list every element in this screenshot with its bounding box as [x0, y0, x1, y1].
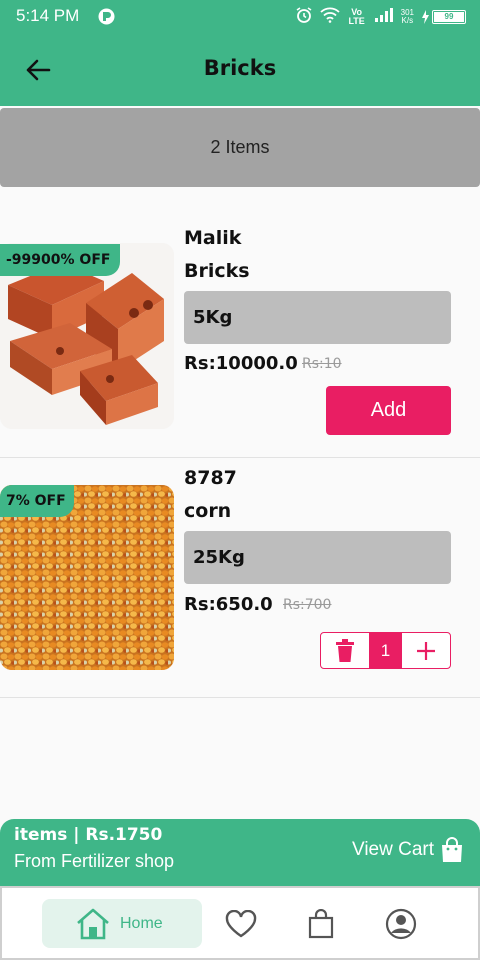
- status-bar: 5:14 PM Vo LTE 301 K/s 99: [0, 0, 480, 34]
- status-time: 5:14 PM: [16, 6, 80, 25]
- product-name-line2: corn: [184, 500, 232, 522]
- view-cart-label: View Cart: [351, 839, 434, 860]
- shopping-bag-icon: [308, 909, 334, 939]
- product-card: -99900% OFF Malik Bricks 5Kg Rs:10000.0 …: [0, 187, 480, 458]
- discount-badge: -99900% OFF: [0, 244, 121, 276]
- nav-home[interactable]: Home: [42, 899, 202, 948]
- original-price: Rs:700: [283, 597, 332, 613]
- battery-icon: 99: [421, 10, 466, 24]
- page-title: Bricks: [203, 56, 277, 80]
- battery-level: 99: [434, 12, 464, 22]
- heart-icon: [225, 910, 257, 938]
- volte-indicator: Vo LTE: [348, 7, 365, 26]
- profile-icon: [385, 908, 417, 940]
- product-name-line2: Bricks: [184, 260, 250, 282]
- remove-button[interactable]: [321, 633, 369, 668]
- app-notification-icon: [98, 8, 115, 29]
- weight-selector[interactable]: 5Kg: [184, 291, 451, 344]
- current-price: Rs:10000.0: [184, 353, 298, 374]
- product-card: 7% OFF 8787 corn 25Kg Rs:650.0 Rs:700 1: [0, 458, 480, 698]
- quantity-value: 1: [369, 633, 402, 668]
- increase-button[interactable]: [402, 633, 450, 668]
- shopping-bag-icon: [442, 837, 462, 862]
- current-price: Rs:650.0: [184, 594, 273, 615]
- network-speed: 301 K/s: [401, 9, 414, 25]
- product-name-line1: Malik: [184, 227, 242, 249]
- cart-summary-bar[interactable]: items | Rs.1750 From Fertilizer shop Vie…: [0, 819, 480, 887]
- wifi-icon: [320, 7, 340, 27]
- cart-total: items | Rs.1750: [14, 825, 163, 845]
- plus-icon: [416, 641, 435, 660]
- home-icon: [77, 908, 109, 939]
- discount-badge: 7% OFF: [0, 485, 74, 517]
- nav-favorites[interactable]: [224, 907, 258, 941]
- bottom-navigation: Home: [0, 886, 480, 960]
- shop-name: From Fertilizer shop: [14, 851, 175, 871]
- alarm-icon: [295, 6, 313, 28]
- nav-orders[interactable]: [304, 907, 338, 941]
- add-button[interactable]: Add: [326, 386, 451, 435]
- quantity-stepper: 1: [320, 632, 451, 669]
- weight-value: 25Kg: [193, 547, 245, 568]
- signal-icon: [374, 7, 394, 27]
- nav-home-label: Home: [120, 914, 163, 932]
- divider: [0, 697, 480, 698]
- nav-profile[interactable]: [384, 907, 418, 941]
- app-bar: Bricks: [0, 34, 480, 106]
- items-count-bar: 2 Items: [0, 108, 480, 187]
- trash-icon: [336, 638, 355, 662]
- items-count: 2 Items: [210, 137, 270, 157]
- original-price: Rs:10: [302, 356, 342, 372]
- network-speed-unit: K/s: [401, 16, 414, 25]
- view-cart-button[interactable]: View Cart: [352, 837, 464, 863]
- weight-selector[interactable]: 25Kg: [184, 531, 451, 584]
- weight-value: 5Kg: [193, 307, 233, 328]
- product-name-line1: 8787: [184, 467, 237, 489]
